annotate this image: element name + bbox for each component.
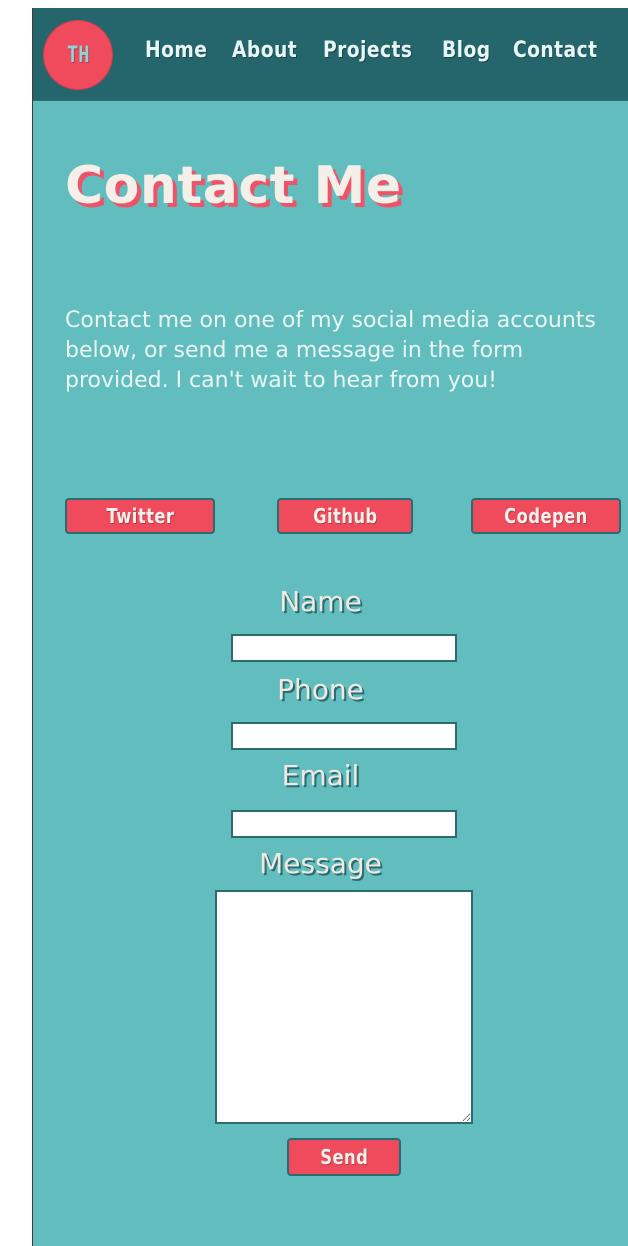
social-buttons: Twitter Github Codepen [65,498,625,538]
message-label: Message [259,847,382,880]
name-label: Name [279,585,362,618]
twitter-button-label: Twitter [106,504,174,528]
github-button[interactable]: Github [277,498,413,534]
nav-home-link[interactable]: Home [145,36,207,66]
window-left-border [32,8,33,1246]
message-textarea[interactable] [215,890,473,1124]
nav-contact-link[interactable]: Contact [513,36,597,66]
phone-input[interactable] [231,722,457,750]
nav-about-link[interactable]: About [232,36,297,66]
site-logo[interactable]: TH [43,20,113,90]
send-button-label: Send [320,1145,368,1169]
codepen-button[interactable]: Codepen [471,498,621,534]
twitter-button[interactable]: Twitter [65,498,215,534]
phone-label: Phone [277,673,364,706]
intro-text: Contact me on one of my social media acc… [65,308,596,393]
logo-initials: TH [66,42,90,68]
name-input[interactable] [231,634,457,662]
main-content: Contact Me Contact me on one of my socia… [33,100,628,1246]
nav-links: Home About Projects Blog Contact [145,36,613,66]
nav-blog-link[interactable]: Blog [442,36,491,66]
email-label: Email [281,759,360,792]
page-title: Contact Me [65,156,402,216]
contact-form: Name Phone Email Message Send [33,580,628,1200]
nav-projects-link[interactable]: Projects [323,36,412,66]
github-button-label: Github [312,504,378,528]
top-navigation: TH Home About Projects Blog Contact [33,8,628,101]
page: TH Home About Projects Blog Contact Cont… [33,8,628,1246]
codepen-button-label: Codepen [504,504,588,528]
send-button[interactable]: Send [287,1138,401,1176]
email-input[interactable] [231,810,457,838]
